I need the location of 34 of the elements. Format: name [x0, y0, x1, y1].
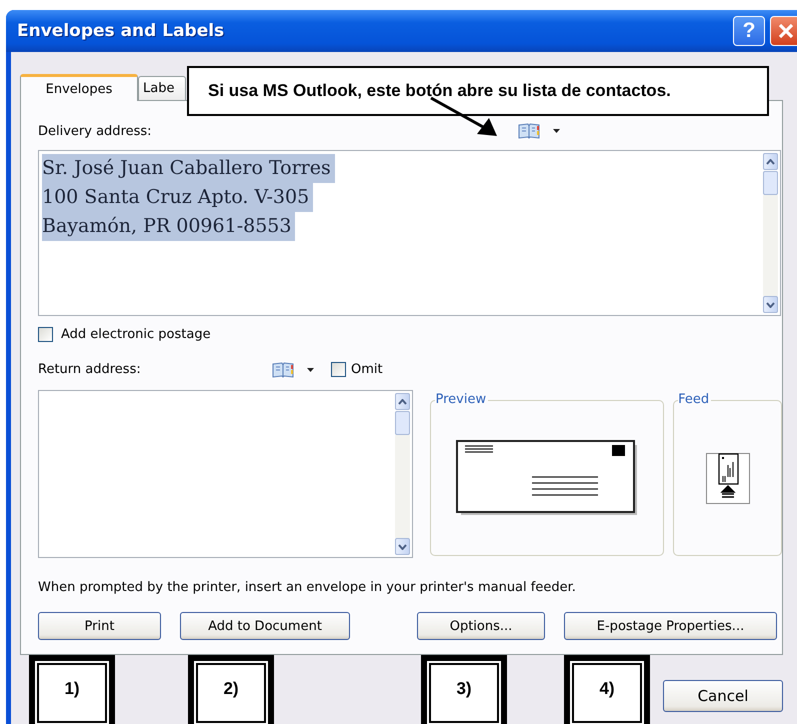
tab[interactable]: Envelopes: [20, 74, 138, 101]
cancel-button[interactable]: Cancel: [663, 680, 783, 712]
callout-tooltip: Si usa MS Outlook, este botón abre su lista de contactos.: [187, 66, 769, 116]
instruction-text: When prompted by the printer, insert an envelope in your printer's manual feeder.: [38, 580, 577, 595]
return-address-field[interactable]: [38, 390, 414, 558]
number-label: 1): [29, 655, 115, 724]
checkbox[interactable]: [331, 362, 346, 377]
dialog-button[interactable]: Options...: [417, 612, 545, 640]
tab[interactable]: Labe: [138, 76, 186, 100]
return-address-label: Return address:: [38, 362, 142, 377]
window-title: Envelopes and Labels: [17, 21, 224, 41]
close-icon: [777, 22, 795, 40]
number-label: 2): [188, 655, 274, 724]
scrollbar-thumb[interactable]: [763, 171, 778, 195]
number-label: 3): [421, 655, 507, 724]
dialog-button[interactable]: E-postage Properties...: [564, 612, 777, 640]
scrollbar[interactable]: [395, 391, 412, 557]
scrollbar[interactable]: [763, 151, 780, 315]
dialog-button[interactable]: Add to Document: [180, 612, 350, 640]
dialog-button[interactable]: Print: [38, 612, 161, 640]
scrollbar-thumb[interactable]: [395, 411, 410, 435]
envelope-feed-icon[interactable]: [706, 452, 750, 504]
caret-icon[interactable]: [552, 128, 561, 134]
delivery-address-label: Delivery address:: [38, 124, 152, 138]
number-label: 4): [564, 655, 650, 724]
callout-arrow: [429, 96, 499, 138]
address-book-icon[interactable]: [272, 362, 294, 378]
envelope-preview-drawing[interactable]: [455, 440, 640, 516]
checkbox[interactable]: [38, 327, 53, 342]
checkbox-label: Omit: [351, 362, 383, 377]
address-book-icon[interactable]: [518, 123, 540, 139]
caret-icon[interactable]: [306, 366, 315, 372]
checkbox-label: Add electronic postage: [61, 327, 211, 342]
close-button[interactable]: [770, 16, 797, 46]
